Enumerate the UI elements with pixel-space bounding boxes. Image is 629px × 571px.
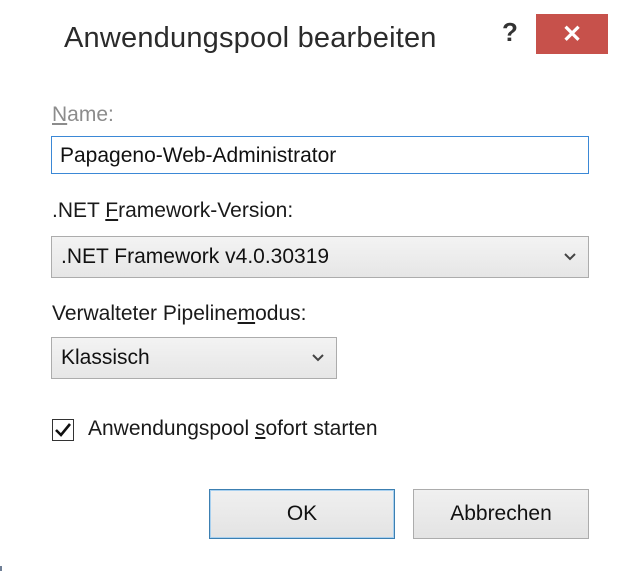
name-label-accel: N (52, 103, 68, 126)
pipeline-label: Verwalteter Pipelinemodus: (52, 302, 306, 326)
edit-app-pool-dialog: Anwendungspool bearbeiten ? ✕ Name: Papa… (0, 0, 609, 566)
help-button[interactable]: ? (490, 14, 530, 50)
cancel-label: Abbrechen (450, 502, 552, 525)
ok-label: OK (286, 502, 318, 525)
start-immediately-checkbox[interactable] (52, 419, 74, 441)
check-icon (55, 423, 72, 437)
framework-label-accel: F (105, 199, 119, 222)
pipeline-selected: Klassisch (61, 346, 150, 369)
name-value: Papageno-Web-Administrator (60, 144, 337, 167)
name-field[interactable]: Papageno-Web-Administrator (51, 136, 589, 174)
chevron-down-icon (312, 354, 324, 362)
start-immediately-label[interactable]: Anwendungspool sofort starten (88, 417, 378, 441)
close-icon: ✕ (561, 20, 583, 48)
framework-label-pre: .NET (52, 199, 106, 222)
start-label-pre: Anwendungspool (88, 417, 255, 440)
help-icon: ? (502, 16, 518, 47)
pipeline-select[interactable]: Klassisch (51, 337, 337, 379)
name-label-rest: ame: (67, 103, 114, 126)
pipeline-label-pre: Verwalteter Pipeline (52, 302, 238, 325)
chevron-down-icon (564, 253, 576, 261)
framework-label: .NET Framework-Version: (52, 199, 293, 223)
framework-label-post: ramework-Version: (118, 199, 294, 222)
pipeline-label-accel: m (237, 302, 256, 325)
title-bar[interactable]: Anwendungspool bearbeiten ? ✕ (0, 0, 609, 82)
dialog-title: Anwendungspool bearbeiten (64, 22, 437, 54)
framework-select[interactable]: .NET Framework v4.0.30319 (51, 236, 589, 278)
start-label-accel: s (254, 417, 266, 440)
ok-button[interactable]: OK (209, 489, 395, 539)
start-label-post: ofort starten (265, 417, 378, 440)
name-label: Name: (52, 103, 114, 127)
pipeline-label-post: odus: (255, 302, 307, 325)
cancel-button[interactable]: Abbrechen (413, 489, 589, 539)
framework-selected: .NET Framework v4.0.30319 (61, 245, 330, 268)
close-button[interactable]: ✕ (536, 14, 608, 54)
